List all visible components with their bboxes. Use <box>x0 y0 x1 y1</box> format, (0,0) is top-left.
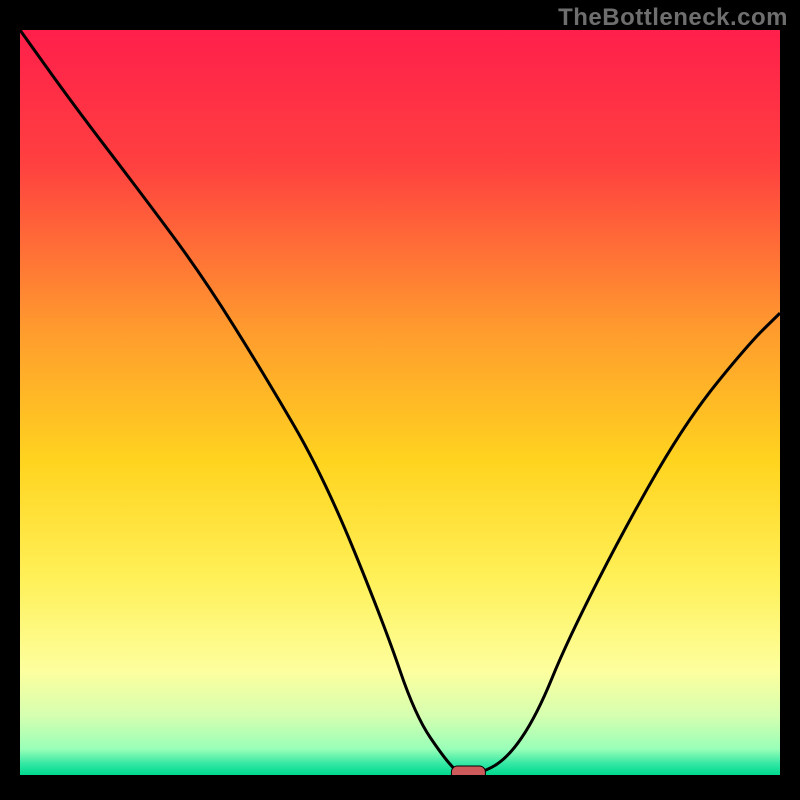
chart-plot-area <box>20 30 780 775</box>
chart-svg <box>20 30 780 775</box>
branding-watermark: TheBottleneck.com <box>558 4 788 32</box>
chart-frame: TheBottleneck.com <box>0 0 800 800</box>
optimal-marker <box>451 766 485 775</box>
gradient-background <box>20 30 780 775</box>
